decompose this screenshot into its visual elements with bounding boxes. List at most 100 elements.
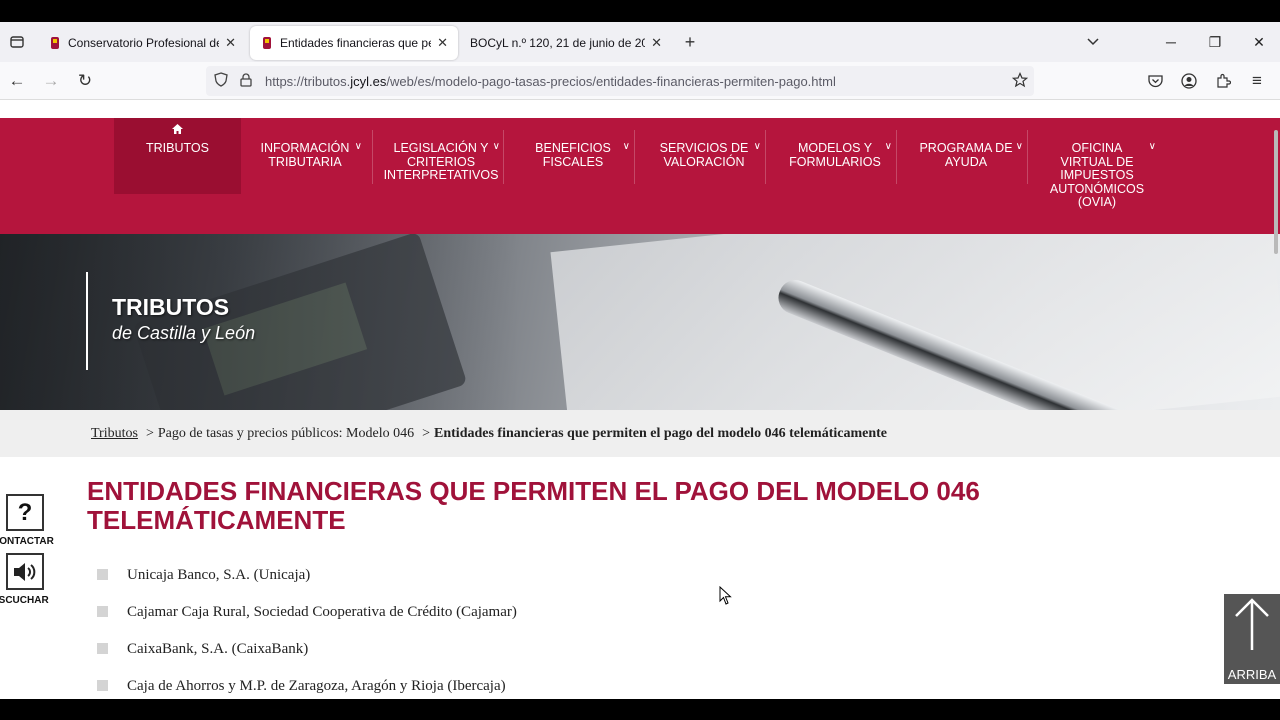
- breadcrumb-separator: >: [422, 425, 431, 441]
- hero-banner: TRIBUTOS de Castilla y León: [0, 234, 1280, 410]
- pocket-icon[interactable]: [1138, 62, 1172, 100]
- chevron-down-icon: ∨: [622, 141, 630, 152]
- listen-tool[interactable]: ESCUCHAR: [0, 553, 54, 606]
- menu-item-label: TRIBUTOS: [146, 140, 209, 155]
- chevron-down-icon: ∨: [1015, 141, 1023, 152]
- hero-subtitle: de Castilla y León: [112, 323, 256, 343]
- list-item-text: Caja de Ahorros y M.P. de Zaragoza, Arag…: [127, 678, 506, 694]
- speaker-icon[interactable]: [6, 553, 44, 590]
- close-tab-icon[interactable]: ✕: [437, 35, 448, 51]
- hero-photo-paper: [550, 234, 1280, 410]
- menu-divider: [503, 130, 504, 184]
- menu-item-informacion-tributaria[interactable]: INFORMACIÓN TRIBUTARIA ∨: [246, 118, 364, 234]
- menu-item-label-line: AUTONÓMICOS: [1049, 181, 1145, 196]
- extensions-icon[interactable]: [1206, 62, 1240, 100]
- listen-label: ESCUCHAR: [0, 595, 49, 606]
- menu-item-label-line: MODELOS Y: [797, 141, 873, 155]
- list-item: Unicaja Banco, S.A. (Unicaja): [96, 566, 896, 603]
- chevron-down-icon: ∨: [1148, 141, 1156, 152]
- contact-label: CONTACTAR: [0, 536, 54, 547]
- menu-item-label-line: (OVIA): [1077, 195, 1117, 209]
- list-item: Caja de Ahorros y M.P. de Zaragoza, Arag…: [96, 677, 896, 699]
- menu-item-label-line: FORMULARIOS: [789, 154, 881, 169]
- breadcrumb-current: Entidades financieras que permiten el pa…: [434, 425, 888, 441]
- menu-item-ovia[interactable]: OFICINA VIRTUAL DE IMPUESTOS AUTONÓMICOS…: [1036, 118, 1158, 234]
- menu-item-label-line: SERVICIOS DE: [659, 141, 749, 155]
- list-item-text: Cajamar Caja Rural, Sociedad Cooperativa…: [127, 604, 517, 620]
- menu-item-label-line: LEGISLACIÓN Y: [393, 141, 489, 155]
- chevron-down-icon: ∨: [354, 141, 362, 152]
- menu-item-label-line: VALORACIÓN: [663, 154, 745, 169]
- bullet-square: [97, 569, 108, 580]
- breadcrumb-link-parent[interactable]: Pago de tasas y precios públicos: Modelo…: [158, 426, 414, 442]
- address-bar[interactable]: https://tributos.jcyl.es/web/es/modelo-p…: [206, 66, 1034, 96]
- bottom-black-band: [0, 699, 1280, 720]
- restore-icon[interactable]: ❐: [1194, 22, 1236, 62]
- menu-item-label-line: PROGRAMA DE: [919, 141, 1013, 155]
- menu-item-label-line: IMPUESTOS: [1060, 168, 1134, 182]
- list-item: CaixaBank, S.A. (CaixaBank): [96, 640, 896, 677]
- url-text: https://tributos.jcyl.es/web/es/modelo-p…: [265, 73, 836, 89]
- chevron-down-icon: ∨: [492, 141, 500, 152]
- lock-icon[interactable]: [240, 72, 254, 90]
- menu-item-label-line: INTERPRETATIVOS: [383, 168, 499, 182]
- tab-title: Entidades financieras que perm: [280, 36, 431, 50]
- close-tab-icon[interactable]: ✕: [225, 35, 236, 51]
- menu-item-label-line: AYUDA: [944, 154, 988, 169]
- menu-item-programa-ayuda[interactable]: PROGRAMA DE AYUDA ∨: [907, 118, 1025, 234]
- menu-divider: [634, 130, 635, 184]
- list-all-tabs-chevron-icon[interactable]: [1072, 22, 1114, 62]
- close-tab-icon[interactable]: ✕: [651, 35, 662, 51]
- close-window-icon[interactable]: ✕: [1238, 22, 1280, 62]
- shield-icon[interactable]: [214, 72, 230, 90]
- breadcrumb: Tributos > Pago de tasas y precios públi…: [0, 410, 1280, 457]
- tab-list-icon[interactable]: [0, 24, 34, 60]
- web-page: TRIBUTOS INFORMACIÓN TRIBUTARIA ∨ LEGISL…: [0, 100, 1280, 699]
- screen: Conservatorio Profesional de M ✕ Entidad…: [0, 0, 1280, 720]
- hero-shade: [0, 234, 520, 410]
- tab-conservatorio[interactable]: Conservatorio Profesional de M ✕: [38, 26, 246, 60]
- forward-icon[interactable]: →: [34, 62, 68, 100]
- menu-divider: [896, 130, 897, 184]
- hero-divider-line: [86, 272, 88, 370]
- bookmark-star-icon[interactable]: [1011, 72, 1029, 91]
- page-scrollbar-thumb[interactable]: [1274, 130, 1278, 254]
- menu-item-servicios-valoracion[interactable]: SERVICIOS DE VALORACIÓN ∨: [645, 118, 763, 234]
- menu-item-label-line: BENEFICIOS: [535, 141, 611, 155]
- tab-title: BOCyL n.º 120, 21 de junio de 2024: [470, 36, 646, 50]
- menu-item-label-line: INFORMACIÓN: [260, 141, 350, 155]
- menu-divider: [372, 130, 373, 184]
- menu-divider: [765, 130, 766, 184]
- menu-item-label-line: CRITERIOS: [406, 154, 476, 169]
- menu-item-modelos-formularios[interactable]: MODELOS Y FORMULARIOS ∨: [776, 118, 894, 234]
- tab-entidades[interactable]: Entidades financieras que perm ✕: [250, 26, 458, 60]
- tab-title: Conservatorio Profesional de M: [68, 36, 219, 50]
- home-icon: [172, 124, 183, 134]
- bullet-square: [97, 680, 108, 691]
- entities-list: Unicaja Banco, S.A. (Unicaja) Cajamar Ca…: [96, 566, 896, 699]
- arrow-up-icon: [1224, 598, 1280, 665]
- reload-icon[interactable]: ↻: [68, 62, 102, 100]
- back-icon[interactable]: ←: [0, 62, 34, 100]
- back-to-top-label: ARRIBA: [1227, 667, 1277, 682]
- page-title: ENTIDADES FINANCIERAS QUE PERMITEN EL PA…: [87, 476, 980, 535]
- tab-bocyl[interactable]: BOCyL n.º 120, 21 de junio de 2024 ✕: [460, 26, 672, 60]
- menu-item-label-line: VIRTUAL DE: [1060, 154, 1134, 169]
- menu-item-beneficios-fiscales[interactable]: BENEFICIOS FISCALES ∨: [514, 118, 632, 234]
- menu-item-tributos-home[interactable]: TRIBUTOS: [114, 118, 241, 194]
- menu-divider: [1027, 130, 1028, 184]
- chevron-down-icon: ∨: [884, 141, 892, 152]
- menu-item-label-line: FISCALES: [542, 154, 604, 169]
- question-mark-icon[interactable]: ?: [6, 494, 44, 531]
- new-tab-icon[interactable]: +: [673, 24, 707, 60]
- minimize-icon[interactable]: ─: [1150, 22, 1192, 62]
- contact-tool[interactable]: ? CONTACTAR: [0, 494, 54, 547]
- breadcrumb-link-tributos[interactable]: Tributos: [91, 426, 138, 442]
- app-menu-icon[interactable]: ≡: [1240, 62, 1274, 100]
- jcyl-favicon-icon: [263, 37, 271, 49]
- list-item-text: CaixaBank, S.A. (CaixaBank): [127, 641, 309, 657]
- navigation-toolbar: ← → ↻ https://tributos.jcyl.es/web/es/mo…: [0, 62, 1280, 100]
- account-icon[interactable]: [1172, 62, 1206, 100]
- menu-item-legislacion[interactable]: LEGISLACIÓN Y CRITERIOS INTERPRETATIVOS …: [380, 118, 502, 234]
- back-to-top-button[interactable]: ARRIBA: [1224, 594, 1280, 684]
